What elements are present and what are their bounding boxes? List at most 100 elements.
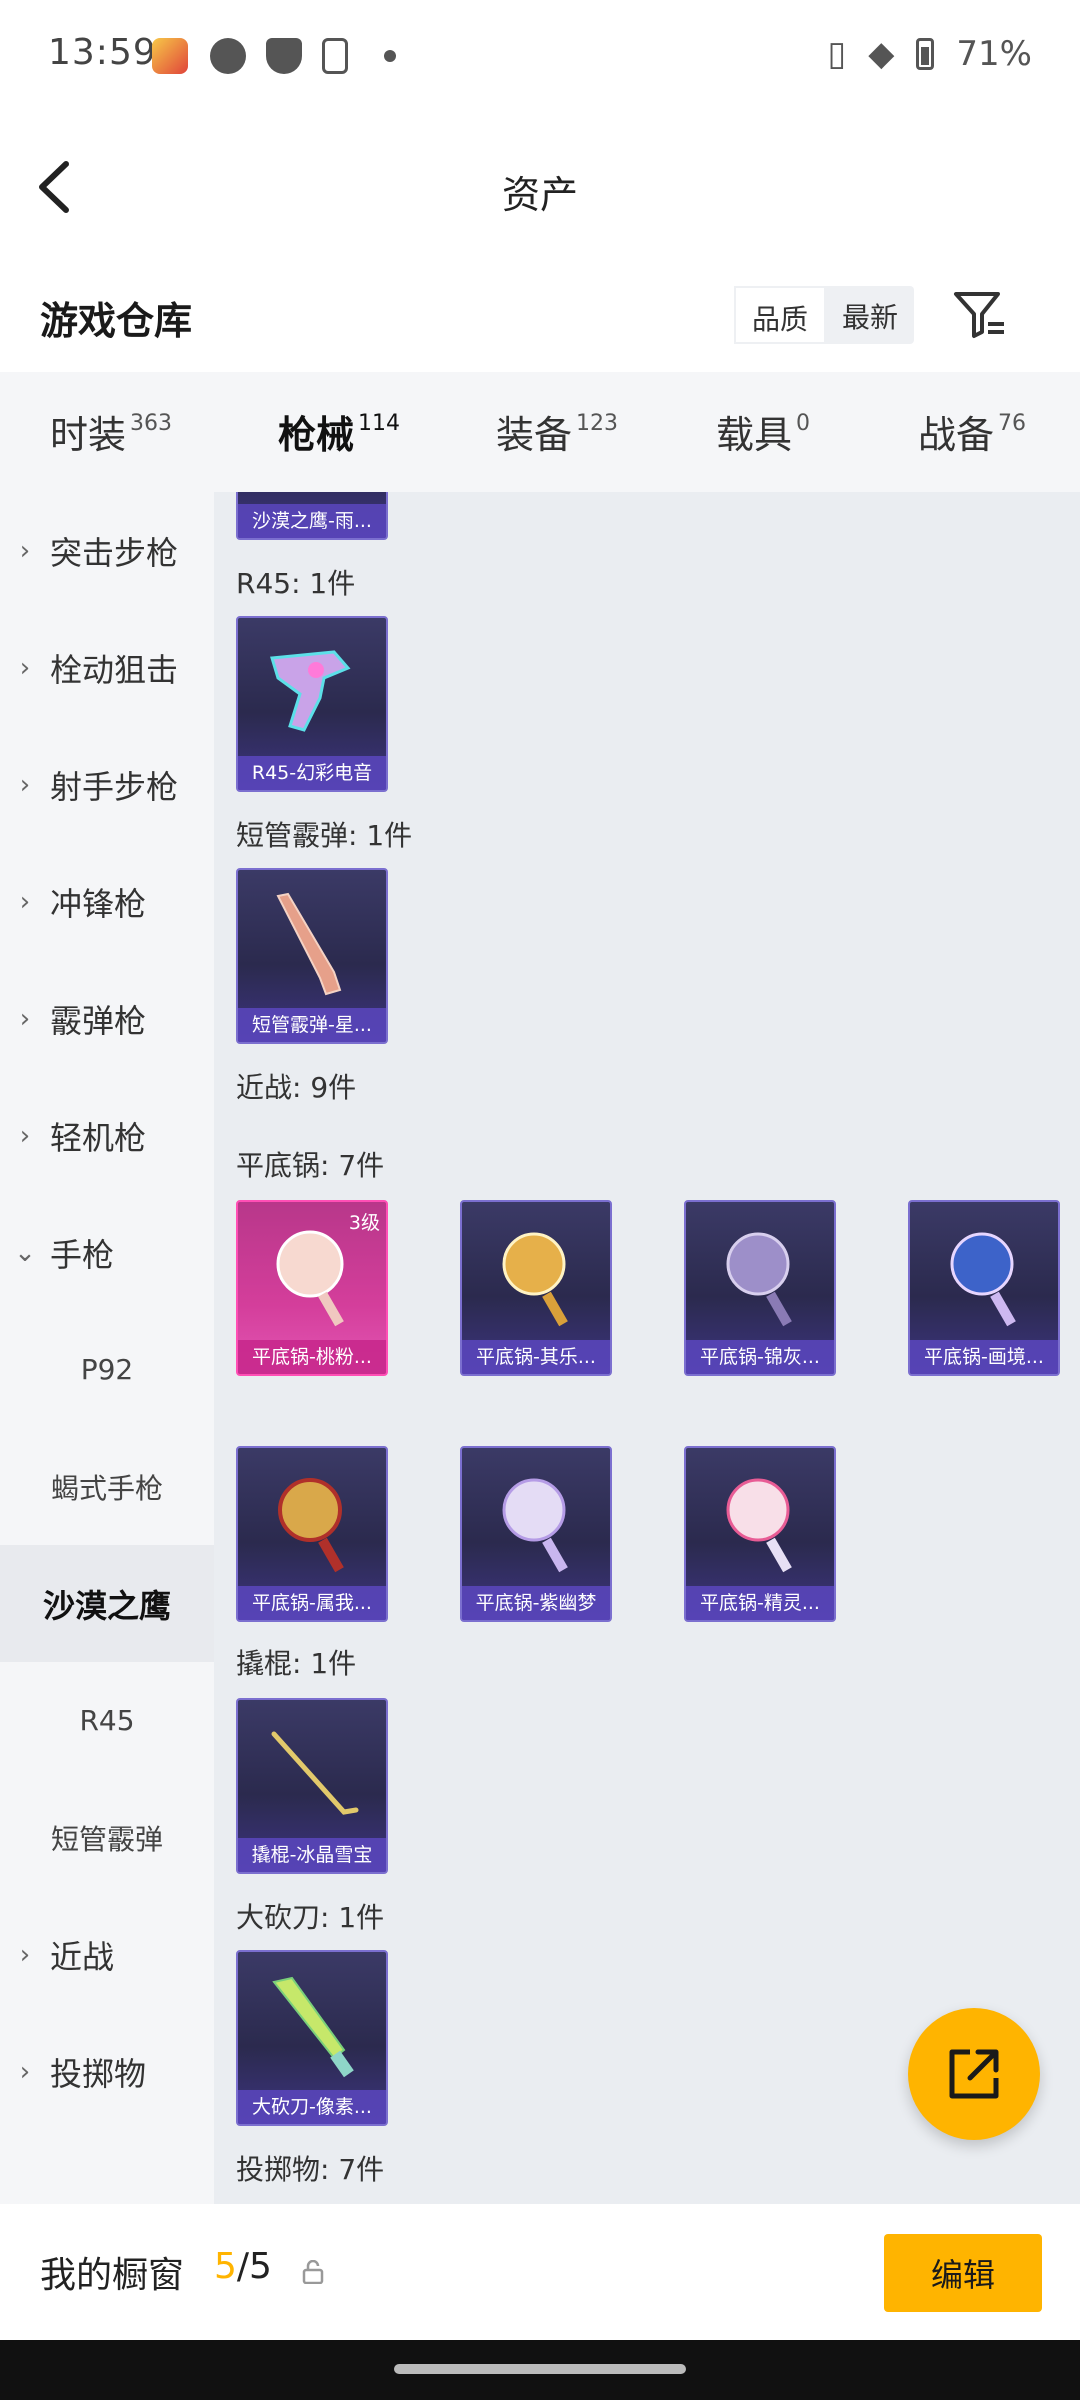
group-label: 平底锅: 7件 [236, 1149, 385, 1182]
item-name: 平底锅-其乐... [462, 1340, 610, 1374]
share-fab-button[interactable] [908, 2008, 1040, 2140]
sidebar-item-scorpion-pistol[interactable]: 蝎式手枪 [0, 1428, 214, 1545]
showcase-count-current: 5 [214, 2246, 237, 2287]
sidebar-item-pistol[interactable]: ⌄ 手枪 [0, 1194, 214, 1311]
tab-label: 时装 [50, 413, 127, 457]
sidebar-item-label: 手枪 [50, 1235, 115, 1274]
system-nav-bar [0, 2340, 1080, 2400]
motorola-icon [210, 38, 246, 74]
tab-equipment[interactable]: 装备 123 [496, 404, 618, 459]
crowbar-icon [271, 1731, 359, 1815]
sort-quality-button[interactable]: 品质 [734, 286, 827, 344]
chevron-right-icon: › [19, 1939, 31, 1970]
showcase-title: 我的橱窗 [40, 2255, 185, 2296]
item-card[interactable]: 短管霰弹-星... [236, 868, 388, 1044]
tab-label: 载具 [716, 413, 793, 457]
tab-label: 枪械 [278, 413, 355, 457]
sidebar-item-label: 突击步枪 [50, 533, 179, 572]
tab-fashion[interactable]: 时装 363 [50, 404, 172, 459]
pan-icon [726, 1478, 792, 1573]
home-gesture-handle[interactable] [394, 2364, 686, 2374]
sidebar-item-smg[interactable]: › 冲锋枪 [0, 843, 214, 960]
sidebar-item-bolt-sniper[interactable]: › 栓动狙击 [0, 609, 214, 726]
sidebar-item-sawed-off[interactable]: 短管霰弹 [0, 1779, 214, 1896]
tab-guns[interactable]: 枪械 114 [278, 404, 401, 502]
sidebar-item-label: 投掷物 [50, 2054, 147, 2093]
sidebar-item-r45[interactable]: R45 [0, 1662, 214, 1779]
item-card[interactable]: 3级 平底锅-桃粉... [236, 1200, 388, 1376]
item-grid: 沙漠之鹰-雨... R45: 1件 R45-幻彩电音 短管霰弹: 1件 短管霰弹… [214, 492, 1080, 2204]
sidebar-item-label: 射手步枪 [50, 767, 179, 806]
item-card[interactable]: 撬棍-冰晶雪宝 [236, 1698, 388, 1874]
sidebar-item-lmg[interactable]: › 轻机枪 [0, 1077, 214, 1194]
chevron-right-icon: › [19, 2056, 31, 2087]
tab-vehicles[interactable]: 载具 0 [716, 404, 810, 459]
item-name: 平底锅-属我... [238, 1586, 386, 1620]
tab-count: 114 [358, 411, 401, 436]
status-right: ▯ ◆ 71% [828, 34, 1032, 74]
pan-icon [726, 1232, 792, 1327]
sidebar-item-desert-eagle[interactable]: 沙漠之鹰 [0, 1545, 214, 1662]
app-header: 资产 [0, 112, 1080, 262]
tab-count: 0 [796, 411, 811, 436]
sidebar-item-p92[interactable]: P92 [0, 1311, 214, 1428]
warehouse-header: 游戏仓库 品质 最新 [0, 262, 1080, 372]
sidebar-item-label: R45 [79, 1704, 135, 1737]
item-name: 大砍刀-像素... [238, 2090, 386, 2124]
pan-icon [502, 1232, 568, 1327]
sidebar-item-shotgun[interactable]: › 霰弹枪 [0, 960, 214, 1077]
chevron-right-icon: › [19, 1003, 31, 1034]
item-card[interactable]: 大砍刀-像素... [236, 1950, 388, 2126]
item-card[interactable]: R45-幻彩电音 [236, 616, 388, 792]
sidebar-item-marksman-rifle[interactable]: › 射手步枪 [0, 726, 214, 843]
tab-count: 123 [576, 411, 619, 436]
revolver-icon [270, 650, 351, 732]
sidebar-item-throwable[interactable]: › 投掷物 [0, 2013, 214, 2130]
tab-label: 战备 [918, 413, 995, 457]
item-name: 平底锅-锦灰... [686, 1340, 834, 1374]
edit-button[interactable]: 编辑 [884, 2234, 1042, 2312]
item-name: 沙漠之鹰-雨... [238, 504, 386, 538]
sort-newest-button[interactable]: 最新 [826, 286, 914, 344]
item-name: 平底锅-紫幽梦 [462, 1586, 610, 1620]
item-card[interactable]: 平底锅-精灵... [684, 1446, 836, 1622]
battery-icon [916, 38, 935, 70]
sidebar-item-label: 栓动狙击 [50, 650, 179, 689]
battery-percent: 71% [956, 34, 1032, 74]
group-label: 撬棍: 1件 [236, 1647, 357, 1680]
item-card[interactable]: 平底锅-其乐... [460, 1200, 612, 1376]
pan-icon [276, 1230, 344, 1327]
wifi-icon: ◆ [868, 34, 895, 74]
item-card[interactable]: 平底锅-属我... [236, 1446, 388, 1622]
pan-icon [278, 1478, 344, 1573]
sort-toggle: 品质 最新 [734, 286, 915, 344]
sidebar-item-assault-rifle[interactable]: › 突击步枪 [0, 492, 214, 609]
group-label: 投掷物: 7件 [236, 2153, 385, 2186]
sidebar-item-label: 轻机枪 [50, 1118, 147, 1157]
item-card[interactable]: 沙漠之鹰-雨... [236, 492, 388, 540]
item-name: 平底锅-桃粉... [238, 1340, 386, 1374]
section-title: 游戏仓库 [40, 299, 193, 343]
lock-icon [302, 2260, 324, 2284]
group-label: R45: 1件 [236, 567, 356, 600]
pan-icon [950, 1232, 1016, 1327]
tab-supplies[interactable]: 战备 76 [918, 404, 1026, 459]
chevron-right-icon: › [19, 1120, 31, 1151]
sidebar-item-label: P92 [80, 1353, 134, 1386]
item-card[interactable]: 平底锅-紫幽梦 [460, 1446, 612, 1622]
item-card[interactable]: 平底锅-锦灰... [684, 1200, 836, 1376]
more-dot-icon [384, 50, 396, 62]
chevron-right-icon: › [19, 886, 31, 917]
category-tabs: 时装 363 枪械 114 装备 123 载具 0 战备 76 [0, 372, 1080, 502]
sidebar-item-label: 霰弹枪 [50, 1001, 147, 1040]
chevron-right-icon: › [19, 535, 31, 566]
sidebar-item-melee[interactable]: › 近战 [0, 1896, 214, 2013]
item-card[interactable]: 平底锅-画境... [908, 1200, 1060, 1376]
page-title: 资产 [501, 173, 578, 217]
group-label: 大砍刀: 1件 [236, 1901, 385, 1934]
filter-icon[interactable] [952, 286, 1008, 342]
item-name: R45-幻彩电音 [238, 756, 386, 790]
sidebar-item-label: 近战 [50, 1937, 115, 1976]
item-name: 平底锅-画境... [910, 1340, 1058, 1374]
tab-label: 装备 [496, 413, 573, 457]
